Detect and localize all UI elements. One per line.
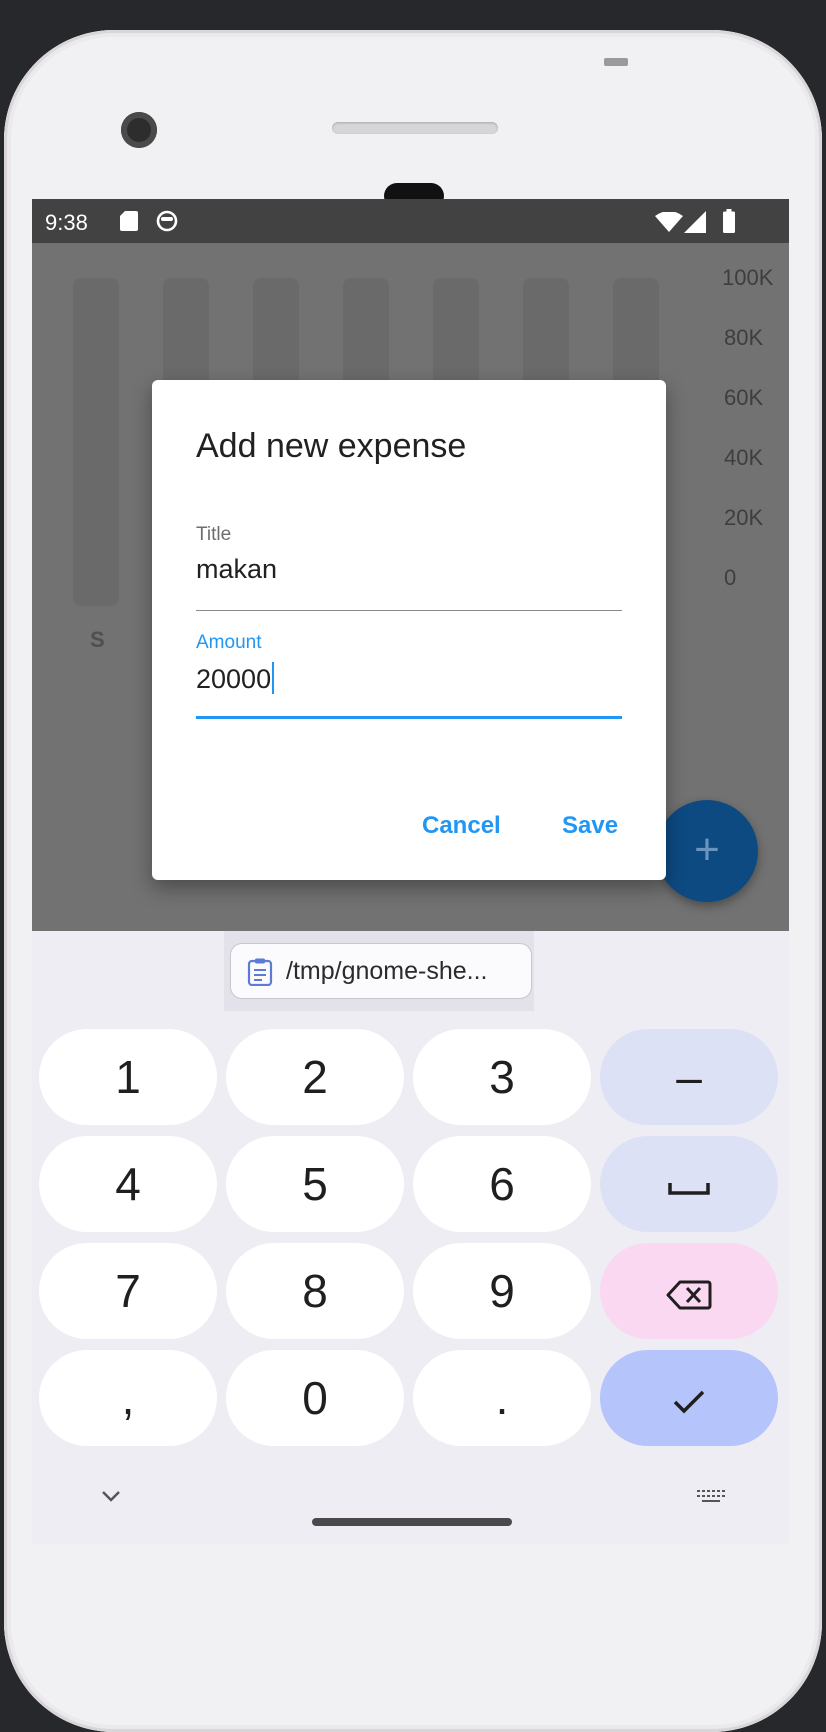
save-button[interactable]: Save (562, 812, 618, 840)
y-tick-label: 80K (724, 325, 764, 350)
frame-notch (604, 58, 628, 66)
device-screen: 9:38 S 100K 80K 60K 40K 20K 0 + Add new … (32, 199, 789, 1544)
battery-icon (723, 209, 735, 233)
y-tick-label: 60K (724, 385, 764, 410)
key-done[interactable] (600, 1350, 778, 1446)
add-expense-dialog: Add new expense Title makan Amount 20000… (152, 380, 666, 880)
key-5[interactable]: 5 (226, 1136, 404, 1232)
key-9[interactable]: 9 (413, 1243, 591, 1339)
chart-background: S 100K 80K 60K 40K 20K 0 + Add new expen… (32, 243, 789, 931)
title-field-label: Title (196, 524, 232, 545)
keyboard-switch-icon[interactable] (696, 1488, 726, 1506)
y-tick-label: 20K (724, 505, 764, 530)
key-comma[interactable]: , (39, 1350, 217, 1446)
key-space[interactable] (600, 1136, 778, 1232)
title-input[interactable]: makan (196, 554, 277, 585)
clipboard-suggestion-chip[interactable]: /tmp/gnome-she... (230, 943, 532, 999)
clipboard-suggestion-strip: /tmp/gnome-she... (224, 931, 534, 1011)
key-period[interactable]: . (413, 1350, 591, 1446)
dialog-title: Add new expense (196, 427, 467, 465)
day-label: S (90, 627, 105, 652)
title-input-underline (196, 610, 622, 611)
gesture-nav-handle[interactable] (312, 1518, 512, 1526)
wifi-icon (655, 212, 683, 232)
key-backspace[interactable] (600, 1243, 778, 1339)
backspace-icon (666, 1280, 712, 1310)
key-3[interactable]: 3 (413, 1029, 591, 1125)
y-tick-label: 100K (722, 265, 774, 290)
key-4[interactable]: 4 (39, 1136, 217, 1232)
bar-track (73, 278, 119, 606)
status-bar: 9:38 (32, 199, 789, 243)
clipboard-suggestion-text: /tmp/gnome-she... (286, 957, 488, 985)
front-camera (121, 112, 157, 148)
key-dash[interactable]: – (600, 1029, 778, 1125)
key-6[interactable]: 6 (413, 1136, 591, 1232)
key-8[interactable]: 8 (226, 1243, 404, 1339)
amount-input-underline (196, 716, 622, 719)
add-expense-fab[interactable]: + (656, 800, 758, 902)
text-cursor (272, 662, 275, 694)
amount-field-label: Amount (196, 632, 262, 653)
y-tick-label: 40K (724, 445, 764, 470)
space-bar-icon (668, 1182, 710, 1195)
amount-input[interactable]: 20000 (196, 662, 275, 695)
sd-card-icon (120, 211, 138, 231)
circle-face-icon (156, 210, 178, 232)
status-time: 9:38 (45, 210, 88, 235)
cancel-button[interactable]: Cancel (422, 812, 501, 840)
key-7[interactable]: 7 (39, 1243, 217, 1339)
y-tick-label: 0 (724, 565, 737, 590)
key-0[interactable]: 0 (226, 1350, 404, 1446)
checkmark-icon (673, 1390, 705, 1414)
signal-icon (684, 211, 706, 233)
clipboard-icon (247, 958, 273, 986)
earpiece-speaker (332, 122, 498, 134)
hide-keyboard-chevron-icon[interactable] (100, 1489, 122, 1503)
key-2[interactable]: 2 (226, 1029, 404, 1125)
amount-input-value: 20000 (196, 664, 272, 694)
key-1[interactable]: 1 (39, 1029, 217, 1125)
